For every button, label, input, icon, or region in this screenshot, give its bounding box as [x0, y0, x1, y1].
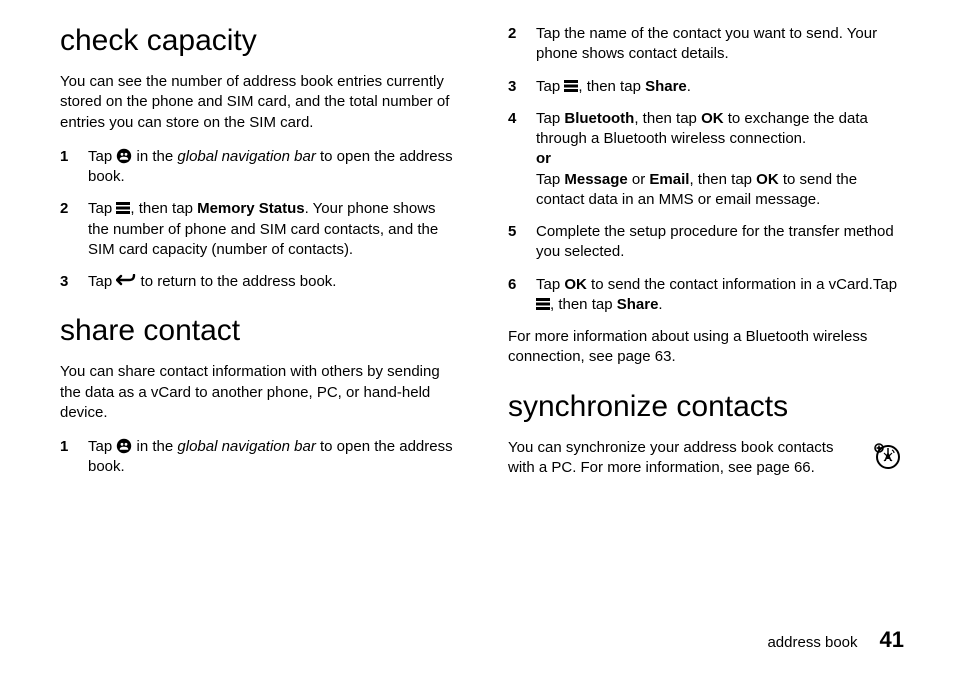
heading-share-contact: share contact	[60, 314, 456, 348]
step-number: 2	[508, 24, 536, 44]
list-item: 3 Tap , then tap Share.	[508, 77, 904, 97]
bluetooth-more-info: For more information about using a Bluet…	[508, 327, 904, 368]
list-item: 4 Tap Bluetooth, then tap OK to exchange…	[508, 109, 904, 210]
check-capacity-intro: You can see the number of address book e…	[60, 72, 456, 133]
sync-intro: You can synchronize your address book co…	[508, 438, 860, 479]
step-body: Tap in the global navigation bar to open…	[88, 437, 456, 478]
step-body: Tap , then tap Memory Status. Your phone…	[88, 199, 456, 260]
list-item: 1 Tap in the global navigation bar to op…	[60, 437, 456, 478]
contacts-icon	[116, 438, 132, 454]
list-item: 2 Tap the name of the contact you want t…	[508, 24, 904, 65]
step-number: 4	[508, 109, 536, 129]
heading-check-capacity: check capacity	[60, 24, 456, 58]
contacts-icon	[116, 148, 132, 164]
footer-section: address book	[767, 634, 857, 651]
step-body: Complete the setup procedure for the tra…	[536, 222, 904, 263]
step-body: Tap Bluetooth, then tap OK to exchange t…	[536, 109, 904, 210]
menu-icon	[564, 80, 578, 92]
share-contact-intro: You can share contact information with o…	[60, 362, 456, 423]
step-body: Tap , then tap Share.	[536, 77, 904, 97]
share-contact-steps-cont: 2 Tap the name of the contact you want t…	[508, 24, 904, 315]
two-column-layout: check capacity You can see the number of…	[60, 24, 904, 492]
step-body: Tap the name of the contact you want to …	[536, 24, 904, 65]
menu-icon	[116, 202, 130, 214]
manual-page: check capacity You can see the number of…	[0, 0, 954, 675]
menu-icon	[536, 298, 550, 310]
back-icon	[116, 274, 136, 288]
step-number: 2	[60, 199, 88, 219]
step-number: 3	[508, 77, 536, 97]
check-capacity-steps: 1 Tap in the global navigation bar to op…	[60, 147, 456, 293]
list-item: 5 Complete the setup procedure for the t…	[508, 222, 904, 263]
step-number: 1	[60, 147, 88, 167]
sync-antenna-icon: A	[872, 439, 904, 471]
page-footer: address book 41	[767, 627, 904, 653]
step-body: Tap OK to send the contact information i…	[536, 275, 904, 316]
list-item: 6 Tap OK to send the contact information…	[508, 275, 904, 316]
step-body: Tap to return to the address book.	[88, 272, 456, 292]
list-item: 1 Tap in the global navigation bar to op…	[60, 147, 456, 188]
step-number: 1	[60, 437, 88, 457]
sync-row: You can synchronize your address book co…	[508, 438, 904, 493]
heading-synchronize-contacts: synchronize contacts	[508, 390, 904, 424]
step-number: 6	[508, 275, 536, 295]
list-item: 3 Tap to return to the address book.	[60, 272, 456, 292]
left-column: check capacity You can see the number of…	[60, 24, 456, 492]
step-number: 5	[508, 222, 536, 242]
page-number: 41	[880, 627, 904, 653]
svg-text:A: A	[884, 452, 892, 464]
step-body: Tap in the global navigation bar to open…	[88, 147, 456, 188]
right-column: 2 Tap the name of the contact you want t…	[508, 24, 904, 492]
share-contact-steps: 1 Tap in the global navigation bar to op…	[60, 437, 456, 478]
list-item: 2 Tap , then tap Memory Status. Your pho…	[60, 199, 456, 260]
step-number: 3	[60, 272, 88, 292]
